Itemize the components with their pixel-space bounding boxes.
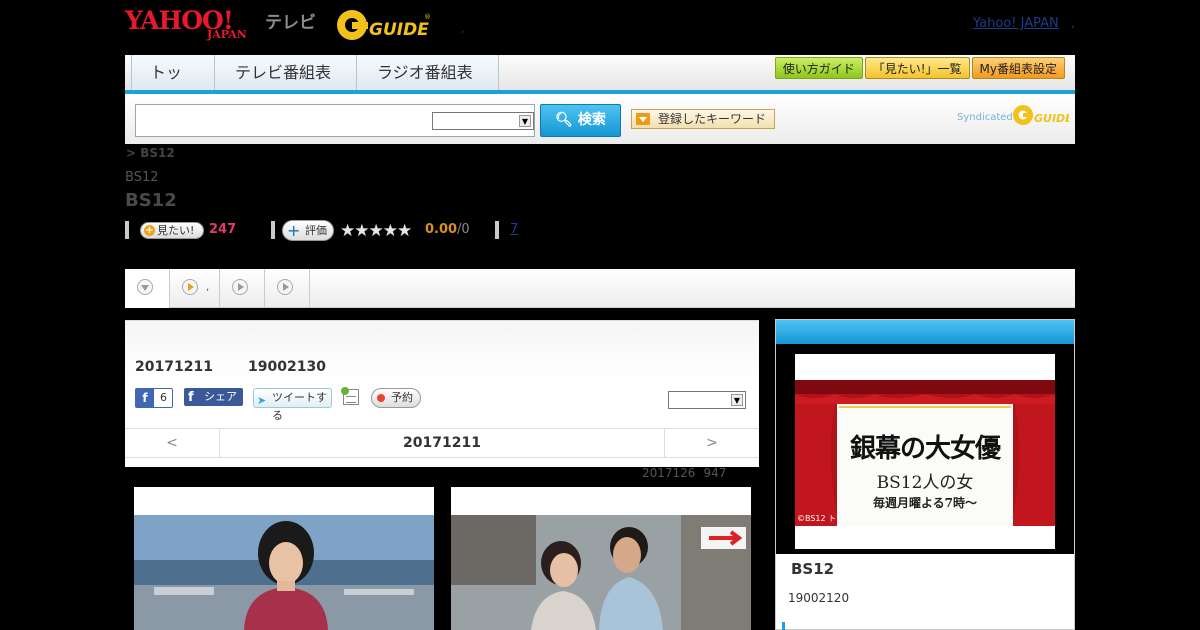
twitter-bird-icon: ➤ xyxy=(257,394,267,407)
yahoo-logo-sub: JAPAN xyxy=(207,28,247,41)
tab-reviews[interactable] xyxy=(220,269,265,307)
rate-label: 評価 xyxy=(305,224,327,237)
nav-buttons: 使い方ガイド 「見たい!」一覧 My番組表設定 xyxy=(774,57,1065,79)
facebook-share-label: シェア xyxy=(204,390,237,403)
want-to-watch-label: 見たい! xyxy=(157,224,195,237)
tab-label: , xyxy=(206,282,210,293)
yahoo-japan-link[interactable]: Yahoo! JAPAN xyxy=(973,16,1059,31)
sidebar: 銀幕の大女優 BS12人の女 毎週月曜よる7時～ ©BS12 トゥエルビ BS1… xyxy=(775,319,1075,630)
svg-text:GUIDE: GUIDE xyxy=(369,20,429,40)
program-photo-1[interactable] xyxy=(134,487,434,630)
chevron-down-icon: ▼ xyxy=(731,394,743,406)
header-separator-right: , xyxy=(1071,16,1075,30)
global-nav: トップ テレビ番組表 ラジオ番組表 使い方ガイド 「見たい!」一覧 My番組表設… xyxy=(125,55,1075,117)
tab-related[interactable] xyxy=(265,269,310,307)
play-icon xyxy=(277,279,293,295)
play-icon xyxy=(182,279,198,295)
record-reserve-label: 予約 xyxy=(391,391,413,404)
search-button-label: 検索 xyxy=(577,112,606,128)
syndicated-label: Syndicated xyxy=(957,112,1013,123)
svg-text:GUIDE: GUIDE xyxy=(1034,112,1069,125)
chevron-down-icon: ▼ xyxy=(519,115,531,127)
date-navigator: < 20171211 > xyxy=(125,428,759,458)
search-bar: ▼ 🔍︎ 検索 登録したキーワード Syndicated GUIDE xyxy=(125,94,1075,144)
record-dot-icon xyxy=(377,394,385,402)
tab-schedule[interactable] xyxy=(125,269,170,308)
yahoo-japan-logo[interactable]: YAHOO! JAPAN xyxy=(125,6,261,41)
svg-text:®: ® xyxy=(424,13,431,21)
update-info: 2017126 947 xyxy=(642,466,726,480)
program-panel: 20171211 19002130 f 6 f シェア ➤ ツイートする 予約 … xyxy=(125,320,759,467)
seaside-woman-photo xyxy=(134,515,434,630)
sidebar-header xyxy=(776,320,1074,344)
divider xyxy=(125,221,129,239)
syndicated-gguide-logo: GUIDE xyxy=(1011,103,1073,127)
tab-radio-listings[interactable]: ラジオ番組表 xyxy=(357,55,499,90)
banner-title: 銀幕の大女優 xyxy=(849,434,1001,464)
tweet-button[interactable]: ➤ ツイートする xyxy=(253,388,332,422)
station-tabs: , xyxy=(125,269,1075,308)
dropdown-arrow-icon xyxy=(636,113,650,125)
tweet-label: ツイートする xyxy=(272,391,327,422)
program-time: 19002130 xyxy=(248,359,326,375)
update-date: 2017126 xyxy=(642,466,696,480)
facebook-like-button[interactable]: f 6 xyxy=(135,388,173,408)
usage-guide-button[interactable]: 使い方ガイド xyxy=(774,57,863,79)
street-couple-photo xyxy=(451,515,751,630)
tab-tv-listings[interactable]: テレビ番組表 xyxy=(215,55,357,90)
rating-stars: ★★★★★ xyxy=(340,221,412,241)
chevron-down-icon xyxy=(137,279,153,295)
registered-keywords-label: 登録したキーワード xyxy=(658,112,767,126)
previous-date-button[interactable]: < xyxy=(125,429,220,458)
rating-count: /0 xyxy=(457,222,470,237)
page: YAHOO! JAPAN テレビ GUIDE ® , Yahoo! JAPAN … xyxy=(0,0,1200,630)
banner-subtitle: BS12人の女 xyxy=(876,473,974,493)
sidebar-banner[interactable]: 銀幕の大女優 BS12人の女 毎週月曜よる7時～ ©BS12 トゥエルビ xyxy=(795,354,1055,549)
search-button[interactable]: 🔍︎ 検索 xyxy=(540,104,621,137)
rate-button[interactable]: + 評価 xyxy=(282,220,334,241)
breadcrumb[interactable]: > BS12 xyxy=(126,146,175,160)
facebook-like-count: 6 xyxy=(160,391,167,404)
my-schedule-settings-button[interactable]: My番組表設定 xyxy=(971,57,1065,79)
want-to-watch-button[interactable]: + 見たい! xyxy=(140,222,204,239)
sidebar-program-title[interactable]: BS12 xyxy=(791,560,834,578)
record-reserve-button[interactable]: 予約 xyxy=(371,388,421,408)
search-icon: 🔍︎ xyxy=(555,112,573,128)
tab-top[interactable]: トップ xyxy=(132,55,215,117)
current-date: 20171211 xyxy=(403,435,481,451)
search-category-select[interactable]: ▼ xyxy=(432,112,534,130)
plus-icon: + xyxy=(144,225,155,236)
program-date: 20171211 xyxy=(135,359,213,375)
watchlist-button[interactable]: 「見たい!」一覧 xyxy=(864,57,970,79)
facebook-icon: f xyxy=(188,390,194,405)
registered-keywords-button[interactable]: 登録したキーワード xyxy=(631,109,775,129)
tv-label: テレビ xyxy=(265,13,316,33)
review-count-link[interactable]: 7 xyxy=(510,222,518,237)
gguide-logo-graphic: GUIDE ® xyxy=(337,10,431,40)
view-count: 947 xyxy=(703,466,727,480)
play-icon xyxy=(232,279,248,295)
nav-tabs: トップ テレビ番組表 ラジオ番組表 xyxy=(131,55,499,117)
facebook-share-button[interactable]: f シェア xyxy=(184,388,243,406)
gguide-logo[interactable]: GUIDE ® xyxy=(335,7,435,41)
station-subtitle: BS12 xyxy=(125,170,159,185)
want-to-watch-count: 247 xyxy=(209,222,237,237)
plus-icon: + xyxy=(287,221,301,240)
sidebar-program-time: 19002120 xyxy=(788,591,850,605)
banner-schedule: 毎週月曜よる7時～ xyxy=(873,496,977,510)
banner-credit: ©BS12 トゥエルビ xyxy=(797,514,869,523)
next-date-button[interactable]: > xyxy=(664,429,759,458)
rating-score: 0.00 xyxy=(425,222,458,237)
sidebar-banner-area: 銀幕の大女優 BS12人の女 毎週月曜よる7時～ ©BS12 トゥエルビ xyxy=(776,344,1074,554)
program-select[interactable]: ▼ xyxy=(668,391,746,409)
tab-program-info[interactable]: , xyxy=(170,269,220,307)
sidebar-accent-bar xyxy=(782,622,785,630)
add-calendar-icon[interactable] xyxy=(341,387,359,405)
header-separator: , xyxy=(461,24,465,35)
divider xyxy=(271,221,275,239)
divider xyxy=(495,221,499,239)
page-title: BS12 xyxy=(125,190,177,211)
program-photo-2[interactable] xyxy=(451,487,751,630)
facebook-icon: f xyxy=(136,389,154,407)
